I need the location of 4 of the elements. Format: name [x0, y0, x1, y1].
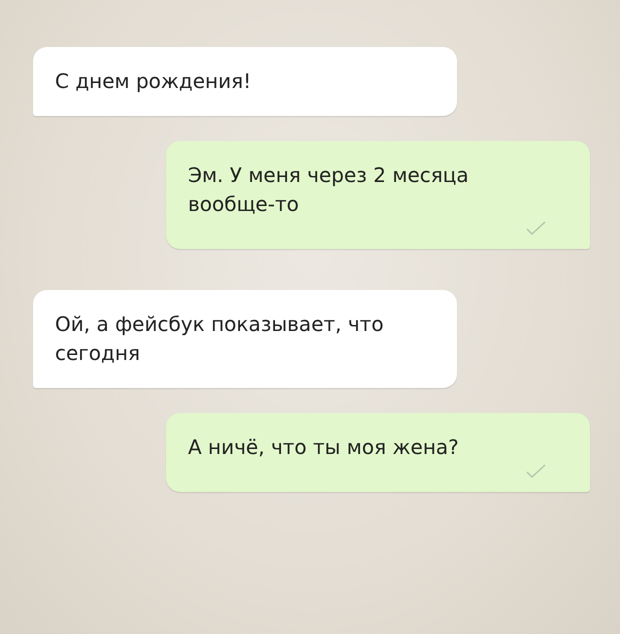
message-text: А ничё, что ты моя жена? [188, 434, 460, 461]
message-text: Эм. У меня через 2 месяца вообще-то [188, 162, 470, 218]
message-text: С днем рождения! [55, 68, 252, 95]
message-text: Ой, а фейсбук показывает, что сегодня [55, 311, 385, 367]
